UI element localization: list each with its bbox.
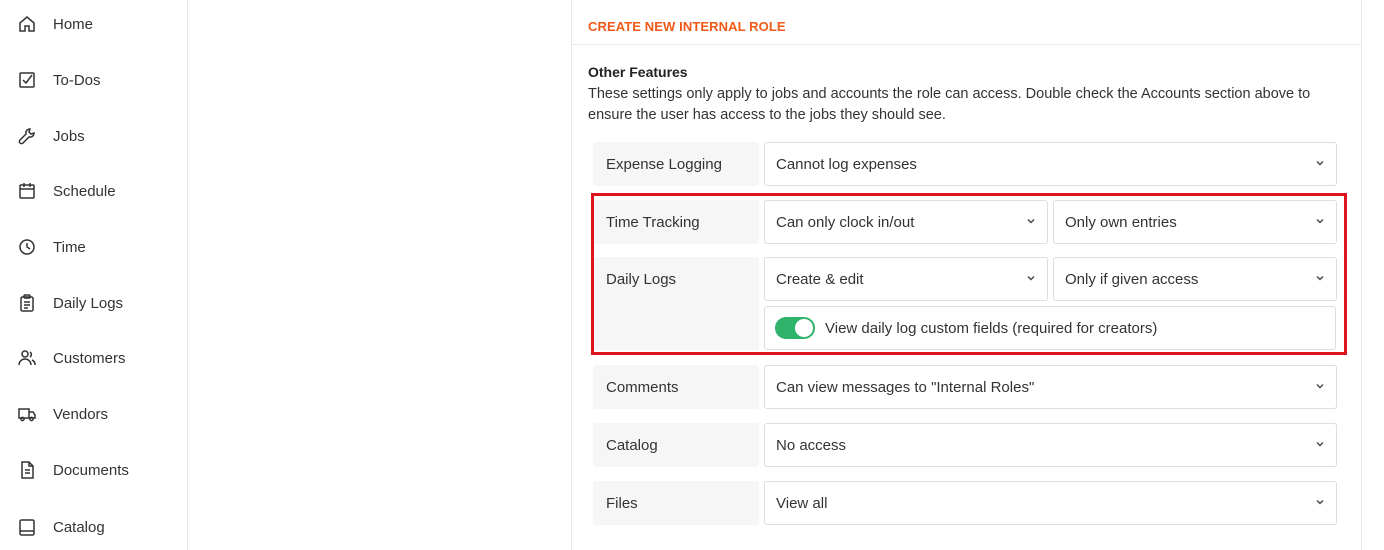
select-value: Can only clock in/out	[776, 214, 915, 231]
chevron-down-icon	[1314, 380, 1326, 392]
row-label: Expense Logging	[606, 156, 722, 173]
sidebar-item-catalog[interactable]: Catalog	[0, 507, 186, 547]
catalog-select[interactable]: No access	[764, 423, 1337, 467]
expense-logging-select[interactable]: Cannot log expenses	[764, 142, 1337, 186]
sidebar-item-label: Documents	[53, 461, 129, 479]
select-value: Can view messages to "Internal Roles"	[776, 379, 1035, 396]
chevron-down-icon	[1025, 272, 1037, 284]
row-label: Catalog	[606, 437, 658, 454]
book-icon	[17, 517, 37, 537]
sidebar-item-label: Vendors	[53, 405, 109, 423]
row-label: Comments	[606, 379, 679, 396]
row-label-bg: Daily Logs	[593, 257, 759, 301]
sidebar-item-label: Home	[53, 15, 94, 33]
time-tracking-scope-select[interactable]: Only own entries	[1053, 200, 1337, 244]
calendar-icon	[17, 181, 37, 201]
truck-icon	[17, 404, 37, 424]
sidebar-item-label: Time	[53, 238, 86, 256]
document-icon	[17, 460, 37, 480]
users-icon	[17, 348, 37, 368]
row-label: Daily Logs	[606, 271, 677, 288]
sidebar-item-vendors[interactable]: Vendors	[0, 394, 186, 434]
row-label-bg: Expense Logging	[593, 142, 759, 186]
comments-select[interactable]: Can view messages to "Internal Roles"	[764, 365, 1337, 409]
sidebar-item-label: Jobs	[53, 127, 85, 145]
time-tracking-select[interactable]: Can only clock in/out	[764, 200, 1048, 244]
sidebar-item-daily-logs[interactable]: Daily Logs	[0, 283, 186, 323]
daily-logs-select[interactable]: Create & edit	[764, 257, 1048, 301]
select-value: Only if given access	[1065, 271, 1199, 288]
wrench-icon	[17, 126, 37, 146]
select-value: Create & edit	[776, 271, 864, 288]
clock-icon	[17, 237, 37, 257]
sidebar-item-label: Customers	[53, 349, 126, 367]
section-title: Other Features	[588, 64, 688, 80]
chevron-down-icon	[1314, 272, 1326, 284]
chevron-down-icon	[1025, 215, 1037, 227]
sidebar-item-label: To-Dos	[53, 71, 101, 89]
row-label-bg: Catalog	[593, 423, 759, 467]
home-icon	[17, 14, 37, 34]
sidebar-item-home[interactable]: Home	[0, 4, 186, 44]
toggle-knob	[795, 319, 813, 337]
sidebar: Home To-Dos Jobs Schedule Time Daily Log…	[0, 0, 188, 550]
sidebar-item-documents[interactable]: Documents	[0, 450, 186, 490]
sidebar-item-customers[interactable]: Customers	[0, 338, 186, 378]
sidebar-item-todos[interactable]: To-Dos	[0, 60, 186, 100]
section-description: These settings only apply to jobs and ac…	[588, 86, 1311, 123]
panel-header: CREATE NEW INTERNAL ROLE	[572, 0, 1361, 45]
files-select[interactable]: View all	[764, 481, 1337, 525]
sidebar-item-label: Daily Logs	[53, 294, 124, 312]
toggle-label: View daily log custom fields (required f…	[825, 320, 1158, 337]
chevron-down-icon	[1314, 157, 1326, 169]
sidebar-item-schedule[interactable]: Schedule	[0, 171, 186, 211]
daily-log-custom-fields-row: View daily log custom fields (required f…	[764, 306, 1336, 350]
daily-logs-scope-select[interactable]: Only if given access	[1053, 257, 1337, 301]
select-value: Only own entries	[1065, 214, 1177, 231]
row-label-bg	[593, 300, 759, 350]
row-label: Files	[606, 495, 638, 512]
chevron-down-icon	[1314, 496, 1326, 508]
select-value: View all	[776, 495, 828, 512]
select-value: No access	[776, 437, 847, 454]
sidebar-item-time[interactable]: Time	[0, 227, 186, 267]
row-label-bg: Comments	[593, 365, 759, 409]
sidebar-item-label: Schedule	[53, 182, 116, 200]
custom-fields-toggle[interactable]	[775, 317, 815, 339]
chevron-down-icon	[1314, 215, 1326, 227]
sidebar-item-label: Catalog	[53, 518, 105, 536]
row-label-bg: Files	[593, 481, 759, 525]
clipboard-icon	[17, 293, 37, 313]
select-value: Cannot log expenses	[776, 156, 917, 173]
page-title: CREATE NEW INTERNAL ROLE	[588, 19, 786, 34]
row-label: Time Tracking	[606, 214, 700, 231]
row-label-bg: Time Tracking	[593, 200, 759, 244]
chevron-down-icon	[1314, 438, 1326, 450]
checkbox-icon	[17, 70, 37, 90]
sidebar-item-jobs[interactable]: Jobs	[0, 116, 186, 156]
